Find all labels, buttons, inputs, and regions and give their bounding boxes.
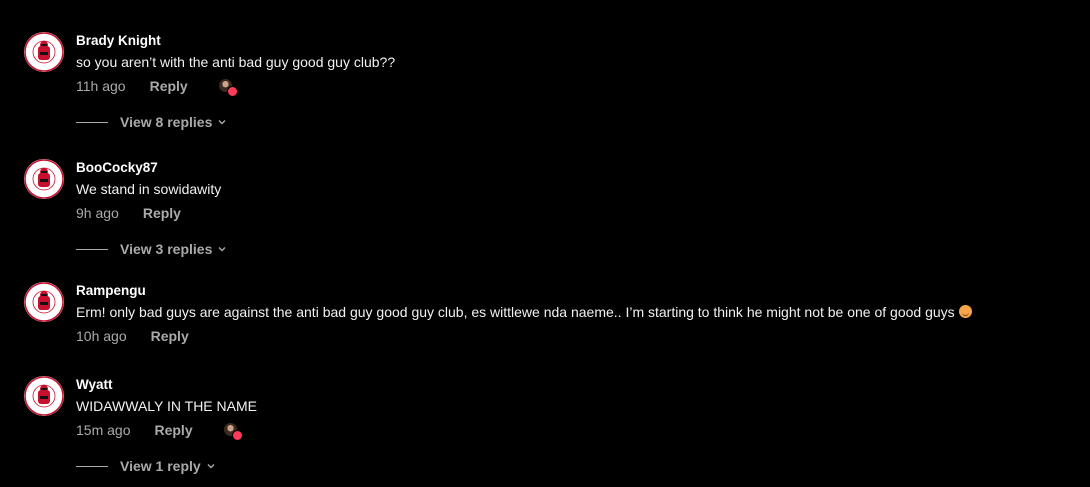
comment-timestamp[interactable]: 15m ago (76, 422, 130, 438)
comment-text: WIDAWWALY IN THE NAME (76, 398, 257, 414)
divider (76, 248, 108, 250)
club-logo-icon (24, 376, 64, 416)
chevron-down-icon (207, 464, 215, 469)
club-logo-icon (24, 159, 64, 199)
reply-button[interactable]: Reply (150, 78, 188, 94)
comment-username[interactable]: Wyatt (76, 376, 1076, 394)
view-replies-button[interactable]: View 8 replies (76, 112, 227, 132)
divider (76, 121, 108, 123)
avatar[interactable] (24, 159, 64, 199)
chevron-down-icon (218, 120, 226, 125)
comments-section: Brady Knight so you aren’t with the anti… (0, 0, 1090, 487)
avatar[interactable] (24, 32, 64, 72)
reply-button[interactable]: Reply (151, 328, 189, 344)
pouting-face-emoji-icon (958, 305, 972, 318)
comment-timestamp[interactable]: 11h ago (76, 78, 126, 94)
club-logo-icon (24, 32, 64, 72)
comment-timestamp[interactable]: 9h ago (76, 205, 119, 221)
comment-text: Erm! only bad guys are against the anti … (76, 304, 955, 320)
comment-text: We stand in sowidawity (76, 181, 222, 197)
divider (76, 465, 108, 467)
creator-heart-icon (223, 420, 243, 441)
comment-username[interactable]: Rampengu (76, 282, 1076, 300)
view-replies-button[interactable]: View 3 replies (76, 239, 227, 259)
comment-username[interactable]: Brady Knight (76, 32, 1076, 50)
view-replies-button[interactable]: View 1 reply (76, 456, 216, 476)
comment-timestamp[interactable]: 10h ago (76, 328, 127, 344)
view-replies-label: View 3 replies (120, 241, 213, 257)
avatar[interactable] (24, 376, 64, 416)
view-replies-label: View 8 replies (120, 114, 213, 130)
creator-heart-icon (218, 76, 238, 97)
avatar[interactable] (24, 282, 64, 322)
club-logo-icon (24, 282, 64, 322)
comment-text: so you aren’t with the anti bad guy good… (76, 54, 396, 70)
view-replies-label: View 1 reply (120, 458, 201, 474)
reply-button[interactable]: Reply (143, 205, 181, 221)
comment-text-row: Erm! only bad guys are against the anti … (76, 302, 1076, 322)
chevron-down-icon (218, 247, 226, 252)
comment-username[interactable]: BooCocky87 (76, 159, 1076, 177)
reply-button[interactable]: Reply (154, 422, 192, 438)
